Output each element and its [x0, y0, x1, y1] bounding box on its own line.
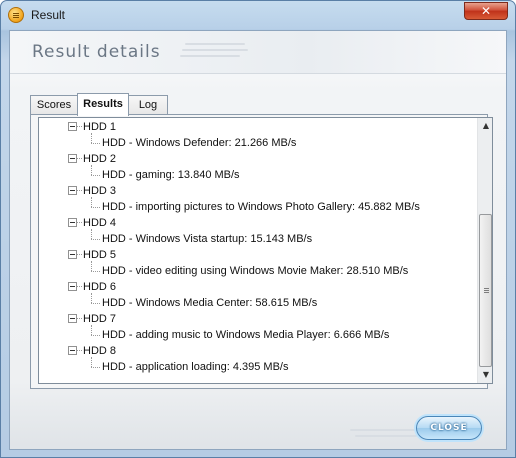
close-button[interactable]: CLOSE: [416, 416, 482, 440]
tree-item-node[interactable]: HDD - gaming: 13.840 MB/s: [102, 167, 240, 183]
tree-group-node[interactable]: HDD 6: [83, 279, 116, 295]
collapse-minus-icon[interactable]: [68, 250, 77, 259]
tree-connector: [91, 143, 100, 144]
tree-group-node[interactable]: HDD 4: [83, 215, 116, 231]
grip-line: [484, 288, 489, 289]
tree-connector: [91, 271, 100, 272]
tree-connector: [91, 165, 92, 175]
tree-item-node[interactable]: HDD - application loading: 4.395 MB/s: [102, 359, 288, 375]
tree-connector: [91, 293, 92, 303]
collapse-minus-icon[interactable]: [68, 282, 77, 291]
tree-connector: [77, 126, 82, 127]
tree-connector: [91, 175, 100, 176]
close-icon: ✕: [480, 4, 492, 18]
results-tree: HDD 1 HDD - Windows Defender: 21.266 MB/s…: [39, 118, 475, 383]
window-close-button[interactable]: ✕: [464, 2, 508, 20]
collapse-minus-icon[interactable]: [68, 346, 77, 355]
tree-connector: [77, 158, 82, 159]
tree-group-node[interactable]: HDD 8: [83, 343, 116, 359]
scrollbar-thumb[interactable]: [479, 214, 492, 367]
tree-group-node[interactable]: HDD 2: [83, 151, 116, 167]
tree-connector: [91, 197, 92, 207]
footer-decoration: [355, 435, 417, 437]
arrow-down-icon: ▼: [482, 370, 490, 379]
tab-scores[interactable]: Scores: [30, 95, 78, 115]
vertical-scrollbar[interactable]: ▲ ▼: [477, 118, 492, 383]
tree-connector: [77, 318, 82, 319]
tree-connector: [91, 357, 92, 367]
tab-label: Results: [83, 98, 123, 110]
tab-results[interactable]: Results: [77, 93, 129, 116]
tree-connector: [91, 303, 100, 304]
tab-log[interactable]: Log: [128, 95, 168, 115]
tab-label: Scores: [36, 99, 72, 111]
header-band: Result details: [10, 31, 506, 74]
result-window: Result ✕ Result details Scores Results L…: [0, 0, 516, 458]
arrow-up-icon: ▲: [482, 121, 490, 130]
page-title: Result details: [32, 42, 161, 62]
tree-connector: [91, 133, 92, 143]
tab-label: Log: [138, 99, 158, 111]
tree-group-node[interactable]: HDD 5: [83, 247, 116, 263]
results-tree-view[interactable]: HDD 1 HDD - Windows Defender: 21.266 MB/s…: [38, 117, 493, 384]
scroll-up-button[interactable]: ▲: [478, 118, 492, 134]
window-title: Result: [31, 8, 66, 22]
header-decoration: [185, 43, 245, 45]
tree-group-node[interactable]: HDD 7: [83, 311, 116, 327]
tree-group-node[interactable]: HDD 3: [83, 183, 116, 199]
tree-connector: [77, 350, 82, 351]
collapse-minus-icon[interactable]: [68, 218, 77, 227]
tree-connector: [91, 261, 92, 271]
scroll-down-button[interactable]: ▼: [478, 367, 492, 383]
collapse-minus-icon[interactable]: [68, 122, 77, 131]
tree-connector: [91, 239, 100, 240]
collapse-minus-icon[interactable]: [68, 314, 77, 323]
collapse-minus-icon[interactable]: [68, 154, 77, 163]
tree-connector: [77, 254, 82, 255]
tree-connector: [91, 325, 92, 335]
tree-connector: [77, 286, 82, 287]
tree-connector: [91, 229, 92, 239]
grip-line: [484, 290, 489, 291]
header-decoration: [180, 55, 240, 57]
tree-item-node[interactable]: HDD - Windows Defender: 21.266 MB/s: [102, 135, 296, 151]
tree-group-node[interactable]: HDD 1: [83, 119, 116, 135]
tree-item-node[interactable]: HDD - Windows Media Center: 58.615 MB/s: [102, 295, 317, 311]
header-decoration: [182, 49, 248, 51]
tree-item-node[interactable]: HDD - adding music to Windows Media Play…: [102, 327, 389, 343]
tree-connector: [91, 367, 100, 368]
footer-decoration: [350, 429, 420, 431]
tree-item-node[interactable]: HDD - Windows Vista startup: 15.143 MB/s: [102, 231, 312, 247]
app-icon: [8, 7, 24, 23]
title-bar[interactable]: Result ✕: [1, 1, 515, 30]
tree-connector: [77, 222, 82, 223]
tree-connector: [77, 190, 82, 191]
grip-line: [484, 292, 489, 293]
collapse-minus-icon[interactable]: [68, 186, 77, 195]
dialog-client: Result details Scores Results Log HDD 1H…: [9, 30, 507, 450]
tree-item-node[interactable]: HDD - importing pictures to Windows Phot…: [102, 199, 420, 215]
tree-item-node[interactable]: HDD - video editing using Windows Movie …: [102, 263, 408, 279]
tree-connector: [91, 335, 100, 336]
tree-connector: [91, 207, 100, 208]
